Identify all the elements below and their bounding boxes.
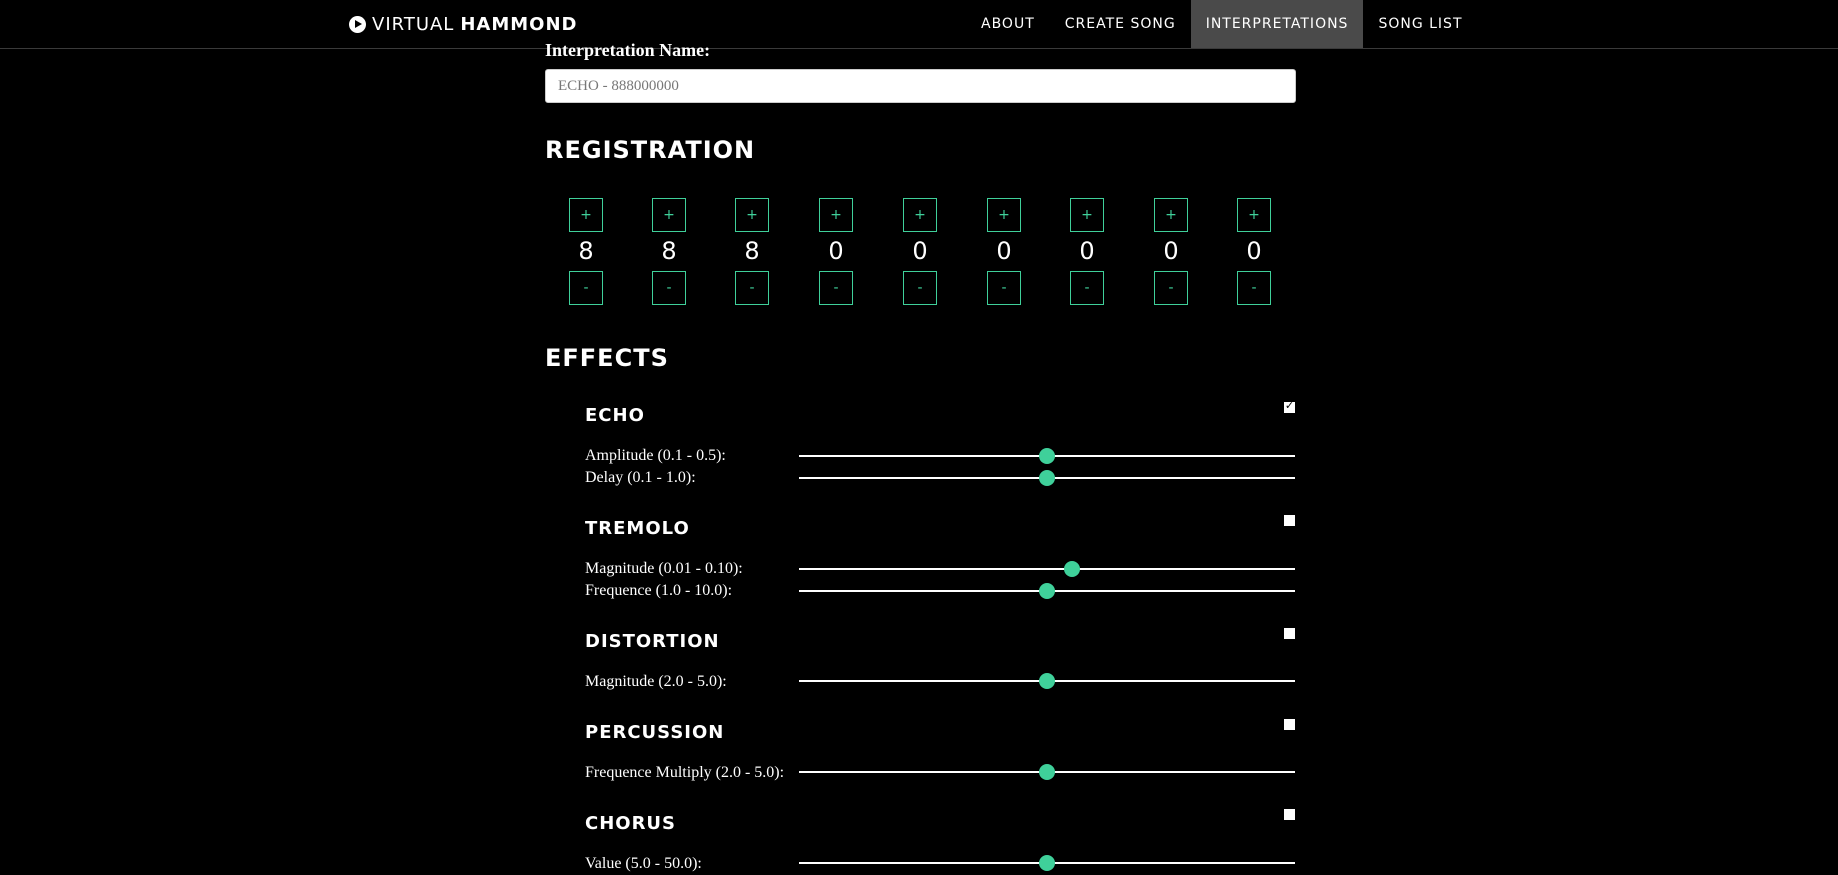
brand-prefix: VIRTUAL (372, 13, 455, 35)
brand-suffix: HAMMOND (460, 13, 578, 35)
drawbar-value: 8 (661, 237, 677, 265)
navbar: VIRTUAL HAMMOND ABOUT CREATE SONG INTERP… (0, 0, 1838, 49)
chorus-value-label: Value (5.0 - 50.0): (585, 855, 702, 872)
drawbar-8: + 0 - (1154, 198, 1190, 306)
drawbar-increase-button[interactable]: + (987, 198, 1021, 232)
registration-title: REGISTRATION (545, 136, 756, 164)
drawbar-decrease-button[interactable]: - (569, 271, 603, 305)
interpretation-name-label: Interpretation Name: (545, 40, 711, 60)
drawbar-2: + 8 - (652, 198, 688, 306)
percussion-frequence-multiply-slider[interactable] (799, 764, 1295, 780)
distortion-magnitude-slider[interactable] (799, 673, 1295, 689)
drawbar-decrease-button[interactable]: - (1237, 271, 1271, 305)
tremolo-magnitude-label: Magnitude (0.01 - 0.10): (585, 560, 743, 577)
effect-tremolo-toggle[interactable] (1284, 515, 1295, 526)
drawbar-6: + 0 - (987, 198, 1023, 306)
drawbar-increase-button[interactable]: + (652, 198, 686, 232)
drawbar-value: 0 (996, 237, 1012, 265)
drawbar-value: 0 (912, 237, 928, 265)
slider-thumb[interactable] (1039, 673, 1055, 689)
slider-thumb[interactable] (1039, 855, 1055, 871)
drawbar-7: + 0 - (1070, 198, 1106, 306)
tremolo-frequence-label: Frequence (1.0 - 10.0): (585, 582, 733, 599)
effect-echo-title: ECHO (585, 405, 645, 426)
drawbar-increase-button[interactable]: + (1154, 198, 1188, 232)
nav-about[interactable]: ABOUT (966, 0, 1050, 48)
effect-chorus-title: CHORUS (585, 813, 677, 834)
drawbar-increase-button[interactable]: + (1237, 198, 1271, 232)
echo-delay-slider[interactable] (799, 470, 1295, 486)
slider-thumb[interactable] (1039, 764, 1055, 780)
effect-chorus-toggle[interactable] (1284, 809, 1295, 820)
slider-thumb[interactable] (1039, 470, 1055, 486)
drawbar-9: + 0 - (1237, 198, 1273, 306)
drawbar-increase-button[interactable]: + (735, 198, 769, 232)
brand-logo[interactable]: VIRTUAL HAMMOND (349, 0, 577, 48)
drawbar-value: 0 (1246, 237, 1262, 265)
echo-delay-label: Delay (0.1 - 1.0): (585, 469, 696, 486)
echo-amplitude-slider[interactable] (799, 448, 1295, 464)
drawbar-decrease-button[interactable]: - (1154, 271, 1188, 305)
drawbar-decrease-button[interactable]: - (735, 271, 769, 305)
slider-thumb[interactable] (1039, 448, 1055, 464)
drawbar-increase-button[interactable]: + (1070, 198, 1104, 232)
drawbar-5: + 0 - (903, 198, 939, 306)
effect-echo-toggle[interactable] (1284, 399, 1295, 413)
drawbar-1: + 8 - (569, 198, 605, 306)
drawbar-value: 0 (1163, 237, 1179, 265)
effect-percussion-title: PERCUSSION (585, 722, 725, 743)
effect-tremolo-title: TREMOLO (585, 518, 690, 539)
drawbar-decrease-button[interactable]: - (652, 271, 686, 305)
drawbar-decrease-button[interactable]: - (903, 271, 937, 305)
nav-interpretations[interactable]: INTERPRETATIONS (1190, 0, 1364, 48)
nav-create-song[interactable]: CREATE SONG (1050, 0, 1191, 48)
slider-thumb[interactable] (1039, 583, 1055, 599)
nav-song-list[interactable]: SONG LIST (1363, 0, 1477, 48)
chorus-value-slider[interactable] (799, 855, 1295, 871)
slider-track (799, 568, 1295, 570)
interpretation-name-input[interactable] (545, 69, 1296, 103)
drawbar-decrease-button[interactable]: - (819, 271, 853, 305)
effect-distortion-title: DISTORTION (585, 631, 720, 652)
effects-title: EFFECTS (545, 344, 669, 372)
drawbars: + 8 - + 8 - + 8 - + 0 - + 0 - + 0 - + 0 … (569, 198, 1272, 306)
effect-distortion-toggle[interactable] (1284, 628, 1295, 639)
nav-links: ABOUT CREATE SONG INTERPRETATIONS SONG L… (966, 0, 1478, 48)
drawbar-increase-button[interactable]: + (819, 198, 853, 232)
drawbar-4: + 0 - (819, 198, 855, 306)
drawbar-value: 8 (744, 237, 760, 265)
tremolo-magnitude-slider[interactable] (799, 561, 1295, 577)
drawbar-3: + 8 - (735, 198, 771, 306)
drawbar-value: 0 (828, 237, 844, 265)
drawbar-value: 0 (1079, 237, 1095, 265)
tremolo-frequence-slider[interactable] (799, 583, 1295, 599)
drawbar-increase-button[interactable]: + (569, 198, 603, 232)
effect-percussion-toggle[interactable] (1284, 719, 1295, 730)
distortion-magnitude-label: Magnitude (2.0 - 5.0): (585, 673, 727, 690)
drawbar-decrease-button[interactable]: - (987, 271, 1021, 305)
drawbar-value: 8 (578, 237, 594, 265)
drawbar-decrease-button[interactable]: - (1070, 271, 1104, 305)
echo-amplitude-label: Amplitude (0.1 - 0.5): (585, 447, 726, 464)
play-circle-icon (349, 15, 366, 33)
percussion-frequence-multiply-label: Frequence Multiply (2.0 - 5.0): (585, 764, 785, 781)
slider-thumb[interactable] (1063, 561, 1080, 577)
drawbar-increase-button[interactable]: + (903, 198, 937, 232)
